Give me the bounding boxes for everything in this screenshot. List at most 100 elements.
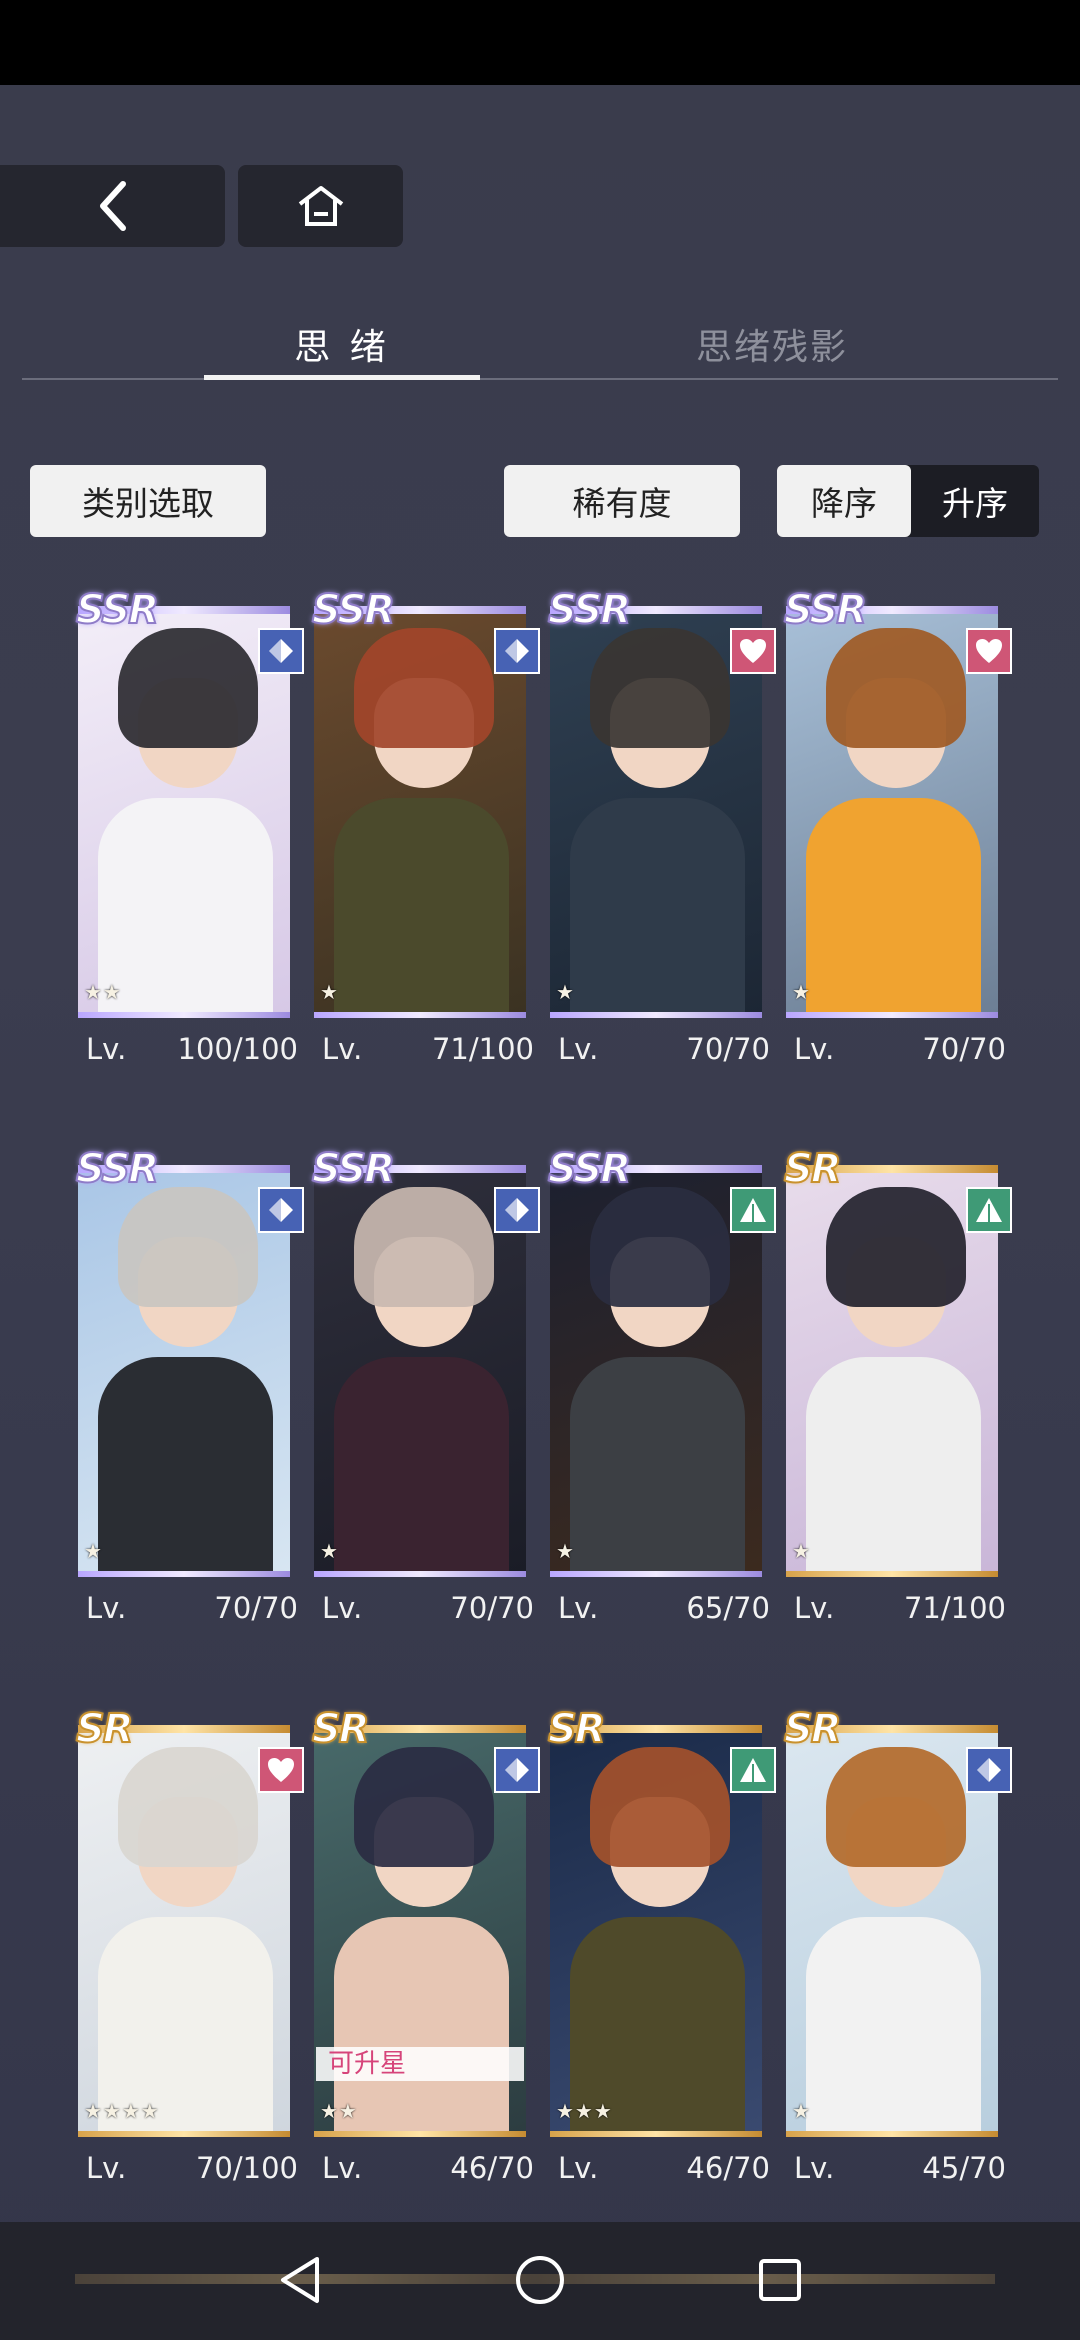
system-nav-bar [0,2222,1080,2340]
heart-icon [966,628,1012,674]
star-rating: ★★★★ [84,2099,160,2123]
level-value: 46/70 [450,2151,534,2185]
character-hair [354,1187,494,1307]
character-body [98,1357,273,1577]
character-body [806,1357,981,1577]
nav-back-button[interactable] [270,2250,330,2310]
card-frame-bottom [78,2131,290,2137]
card-level-row: Lv. 45/70 [786,2151,1006,2191]
rarity-label: SSR [547,587,632,633]
character-hair [826,1187,966,1307]
card-level-row: Lv. 70/70 [78,1591,298,1631]
card-frame-bottom [78,1571,290,1577]
star-rating: ★ [556,1539,575,1563]
rarity-label: SSR [547,1146,632,1192]
home-icon [298,186,343,226]
back-button[interactable] [0,165,225,247]
character-body [570,798,745,1018]
character-hair [826,628,966,748]
tab-memory-shadows[interactable]: 思绪残影 [622,310,922,378]
descending-button[interactable]: 降序 [777,465,911,537]
nav-home-button[interactable] [510,2250,570,2310]
level-label: Lv. [558,1032,599,1066]
card-frame-bottom [550,1571,762,1577]
card-level-row: Lv. 70/70 [786,1032,1006,1072]
memory-card[interactable]: SR ★ [783,1706,1012,2147]
memory-card[interactable]: SSR ★★ [75,587,304,1028]
level-value: 45/70 [922,2151,1006,2185]
memory-card[interactable]: SR ★★★ [547,1706,776,2147]
rarity-label: SSR [75,1146,160,1192]
level-label: Lv. [794,1032,835,1066]
level-value: 70/100 [195,2151,298,2185]
card-level-row: Lv. 71/100 [786,1591,1006,1631]
level-label: Lv. [86,1032,127,1066]
memory-card[interactable]: SSR ★ [75,1146,304,1587]
memory-card[interactable]: SSR ★ [311,587,540,1028]
card-frame-bottom [314,1012,526,1018]
triangle-icon [966,1187,1012,1233]
character-hair [590,628,730,748]
character-body [570,1357,745,1577]
rarity-label: SSR [311,587,396,633]
category-filter-button[interactable]: 类别选取 [30,465,266,537]
tab-bar: 思 绪 思绪残影 [22,310,1058,380]
heart-icon [258,1747,304,1793]
card-level-row: Lv. 70/70 [314,1591,534,1631]
triangle-icon [730,1187,776,1233]
card-frame-bottom [78,1012,290,1018]
character-hair [118,628,258,748]
card-frame-bottom [314,2131,526,2137]
card-frame-bottom [550,2131,762,2137]
star-rating: ★ [320,1539,339,1563]
character-hair [118,1187,258,1307]
card-frame-bottom [550,1012,762,1018]
level-label: Lv. [322,2151,363,2185]
diamond-icon [258,628,304,674]
character-hair [118,1747,258,1867]
card-level-row: Lv. 71/100 [314,1032,534,1072]
memory-card[interactable]: SSR ★ [547,1146,776,1587]
sort-rarity-button[interactable]: 稀有度 [504,465,740,537]
home-button[interactable] [238,165,403,247]
character-hair [826,1747,966,1867]
diamond-icon [494,1187,540,1233]
character-body [806,1917,981,2137]
nav-recents-button[interactable] [750,2250,810,2310]
memory-card[interactable]: SR ★★★★ [75,1706,304,2147]
level-value: 65/70 [686,1591,770,1625]
ascending-button[interactable]: 升序 [911,465,1039,537]
status-bar [0,0,1080,85]
memory-card[interactable]: SR 可升星 ★★ [311,1706,540,2147]
memory-card[interactable]: SSR ★ [311,1146,540,1587]
card-frame-bottom [786,1012,998,1018]
level-value: 100/100 [177,1032,298,1066]
level-value: 70/70 [922,1032,1006,1066]
level-label: Lv. [794,2151,835,2185]
memory-card[interactable]: SSR ★ [547,587,776,1028]
rarity-label: SR [75,1706,135,1752]
character-hair [354,1747,494,1867]
heart-icon [730,628,776,674]
character-body [98,798,273,1018]
tab-memories[interactable]: 思 绪 [204,310,480,380]
character-hair [354,628,494,748]
memory-card[interactable]: SSR ★ [783,587,1012,1028]
memory-card[interactable]: SR ★ [783,1146,1012,1587]
card-level-row: Lv. 70/100 [78,2151,298,2191]
diamond-icon [494,1747,540,1793]
level-value: 71/100 [903,1591,1006,1625]
card-frame-bottom [786,1571,998,1577]
star-rating: ★★ [320,2099,358,2123]
card-level-row: Lv. 46/70 [314,2151,534,2191]
level-value: 71/100 [431,1032,534,1066]
diamond-icon [258,1187,304,1233]
star-rating: ★ [84,1539,103,1563]
card-level-row: Lv. 100/100 [78,1032,298,1072]
star-rating: ★ [320,980,339,1004]
triangle-icon [730,1747,776,1793]
rarity-label: SSR [311,1146,396,1192]
level-label: Lv. [558,2151,599,2185]
star-rating: ★ [792,2099,811,2123]
card-frame-bottom [314,1571,526,1577]
